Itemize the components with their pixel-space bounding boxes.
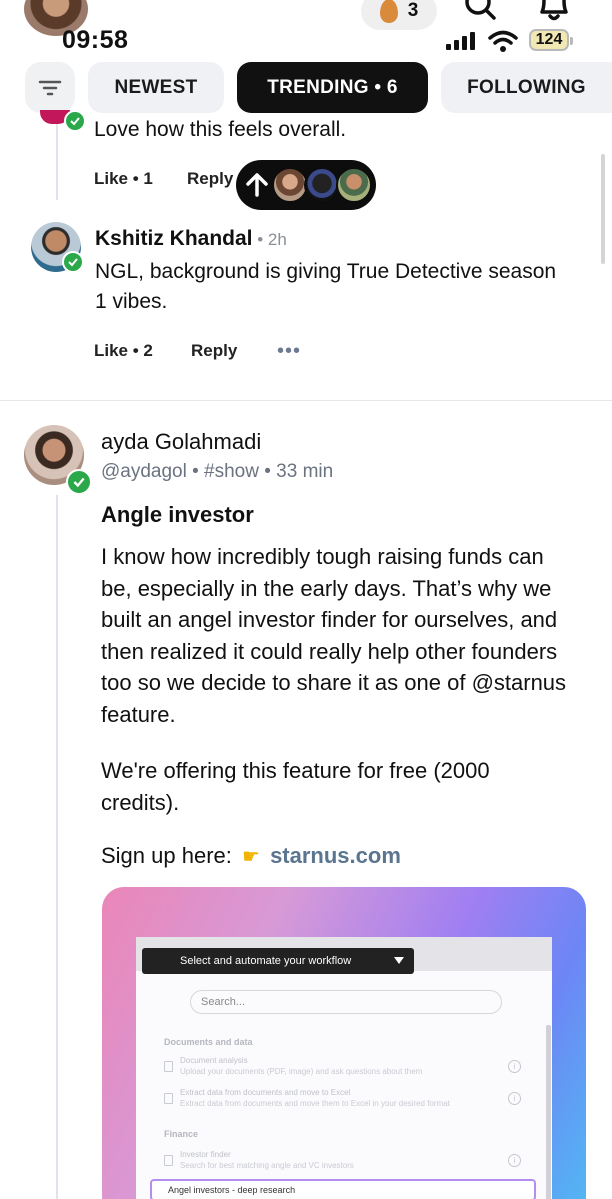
status-time: 09:58 (62, 26, 129, 54)
scrollbar[interactable] (601, 154, 605, 264)
clipped-comment-text: Love how this feels overall. (94, 118, 347, 141)
caret-down-icon (394, 957, 404, 964)
post-title: Angle investor (101, 502, 254, 527)
info-icon: i (508, 1154, 521, 1167)
info-icon: i (508, 1060, 521, 1073)
embedded-item: Extract data from documents and move to … (180, 1088, 450, 1108)
post-meta[interactable]: @aydagol • #show • 33 min (101, 461, 333, 483)
embedded-section-finance: Finance (164, 1129, 199, 1139)
signup-link[interactable]: starnus.com (270, 843, 401, 868)
filter-icon (38, 80, 62, 95)
tab-newest[interactable]: NEWEST (88, 62, 224, 113)
new-posts-pill[interactable] (236, 160, 376, 210)
embedded-item: Document analysis Upload your documents … (180, 1056, 423, 1076)
search-icon[interactable] (462, 0, 498, 24)
cellular-signal-icon (446, 32, 475, 50)
signup-line: Sign up here: ☛ starnus.com (101, 843, 401, 868)
info-icon: i (508, 1092, 521, 1105)
more-options-icon[interactable]: ••• (277, 340, 301, 363)
post-divider (0, 400, 612, 401)
thread-line (56, 495, 58, 1199)
verified-badge-icon (66, 469, 92, 495)
battery-level: 124 (535, 31, 563, 48)
filter-button[interactable] (25, 62, 75, 113)
pointing-hand-icon: ☛ (242, 846, 260, 868)
like-button[interactable]: Like • 1 (94, 169, 153, 189)
workflow-dropdown: Select and automate your workflow (142, 948, 414, 974)
post-image[interactable]: Select and automate your workflow Search… (102, 887, 586, 1199)
like-button[interactable]: Like • 2 (94, 341, 153, 361)
embedded-item: Investor finder Search for best matching… (180, 1150, 354, 1170)
embedded-app-window: Select and automate your workflow Search… (136, 937, 552, 1199)
bell-icon[interactable] (536, 0, 572, 24)
egg-count: 3 (407, 0, 419, 21)
embedded-section-docs: Documents and data (164, 1037, 253, 1047)
embedded-search: Search... (190, 990, 502, 1014)
comment-text: NGL, background is giving True Detective… (95, 260, 557, 313)
arrow-up-icon (246, 173, 268, 197)
egg-icon (379, 0, 398, 23)
egg-counter[interactable]: 3 (361, 0, 437, 30)
pill-avatar-1 (272, 167, 308, 203)
battery-indicator: 124 (529, 29, 573, 51)
document-icon (164, 1155, 173, 1166)
comment-time: • 2h (252, 230, 287, 249)
status-bar: 09:58 3 124 (0, 0, 612, 60)
post-author-name[interactable]: ayda Golahmadi (101, 429, 261, 455)
post-paragraph: I know how incredibly tough raising fund… (101, 544, 567, 727)
tab-following[interactable]: FOLLOWING (441, 62, 612, 113)
tab-trending[interactable]: TRENDING • 6 (237, 62, 428, 113)
reply-button[interactable]: Reply (191, 341, 237, 361)
reply-button[interactable]: Reply (187, 169, 233, 189)
comment-author[interactable]: Kshitiz Khandal • 2h (95, 227, 287, 251)
verified-badge-icon (64, 110, 86, 132)
post-paragraph: We're offering this feature for free (20… (101, 758, 490, 815)
wifi-icon (488, 30, 518, 52)
document-icon (164, 1093, 173, 1104)
pill-avatar-2 (304, 167, 340, 203)
embedded-scrollbar (546, 1025, 551, 1199)
pill-avatar-3 (336, 167, 372, 203)
document-icon (164, 1061, 173, 1072)
feed-tab-bar: NEWEST TRENDING • 6 FOLLOWING (0, 62, 612, 116)
embedded-selected-item: Angel investors - deep research (150, 1179, 536, 1199)
verified-badge-icon (62, 251, 84, 273)
